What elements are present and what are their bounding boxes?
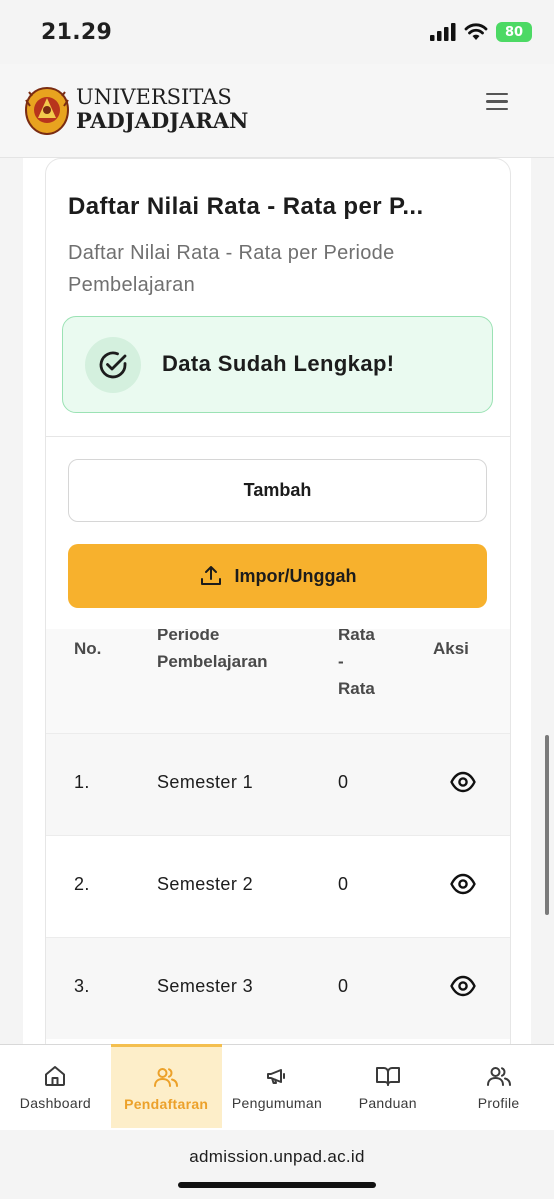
browser-bar: admission.unpad.ac.id [0, 1130, 554, 1199]
header-aksi: Aksi [433, 639, 469, 658]
row-no: 3. [74, 976, 90, 996]
grades-table: No. Periode Pembelajaran Rata - Rata Aks… [46, 629, 510, 1039]
header-periode: Periode Pembelajaran [157, 629, 268, 675]
nav-profile[interactable]: Profile [443, 1045, 554, 1129]
row-periode: Semester 2 [157, 874, 254, 894]
header-rata-line1: Rata [338, 629, 375, 644]
table-row: 2. Semester 2 0 [46, 835, 510, 937]
book-icon [375, 1067, 400, 1086]
check-circle-icon [85, 337, 141, 393]
scrollbar[interactable] [545, 735, 549, 915]
table-row: 3. Semester 3 0 [46, 937, 510, 1039]
status-icons: 80 [430, 22, 532, 42]
menu-icon[interactable] [486, 93, 510, 115]
card-title: Daftar Nilai Rata - Rata per P... [68, 193, 424, 220]
header-rata-line2: - [338, 652, 344, 671]
row-periode: Semester 1 [157, 772, 254, 792]
card-subtitle: Daftar Nilai Rata - Rata per Periode Pem… [68, 242, 395, 296]
eye-icon[interactable] [450, 771, 476, 793]
add-button[interactable]: Tambah [68, 459, 487, 522]
battery-indicator: 80 [496, 22, 532, 42]
megaphone-icon [266, 1069, 285, 1084]
eye-icon[interactable] [450, 873, 476, 895]
main-content: Daftar Nilai Rata - Rata per P... Daftar… [23, 158, 531, 1044]
header-periode-line2: Pembelajaran [157, 652, 268, 671]
header-rata-line3: Rata [338, 679, 375, 698]
bottom-nav: Dashboard Pendaftaran Pengumuman Panduan [0, 1043, 554, 1130]
status-time: 21.29 [41, 20, 113, 45]
nav-panduan[interactable]: Panduan [332, 1045, 443, 1129]
app-header: UNIVERSITAS PADJADJARAN [0, 64, 554, 158]
home-indicator[interactable] [178, 1182, 376, 1188]
users-icon [486, 1067, 511, 1086]
row-no: 2. [74, 874, 90, 894]
divider [46, 436, 510, 437]
row-periode: Semester 3 [157, 976, 254, 996]
nav-pendaftaran[interactable]: Pendaftaran [110, 1043, 222, 1128]
upload-icon [200, 566, 221, 585]
row-no: 1. [74, 772, 90, 792]
brand-line-1: UNIVERSITAS [76, 85, 232, 109]
unpad-logo [24, 86, 70, 136]
signal-icon [430, 23, 456, 41]
grades-card: Daftar Nilai Rata - Rata per P... Daftar… [45, 158, 511, 1044]
import-upload-label: Impor/Unggah [234, 565, 357, 586]
row-rata: 0 [338, 874, 349, 894]
alert-text: Data Sudah Lengkap! [162, 351, 395, 376]
battery-level: 80 [504, 24, 524, 40]
nav-dashboard-label: Dashboard [19, 1095, 91, 1111]
url-text[interactable]: admission.unpad.ac.id [0, 1147, 554, 1167]
nav-panduan-label: Panduan [358, 1095, 417, 1111]
nav-pengumuman-label: Pengumuman [231, 1095, 323, 1111]
header-no: No. [74, 639, 102, 658]
brand-name: UNIVERSITAS PADJADJARAN [76, 85, 249, 133]
header-periode-line1: Periode [157, 629, 220, 644]
row-rata: 0 [338, 772, 349, 792]
table-row: 1. Semester 1 0 [46, 733, 510, 835]
row-rata: 0 [338, 976, 349, 996]
users-icon [154, 1067, 179, 1087]
complete-alert: Data Sudah Lengkap! [62, 316, 493, 413]
wifi-icon [464, 23, 488, 40]
brand-line-2: PADJADJARAN [76, 108, 249, 133]
nav-dashboard[interactable]: Dashboard [0, 1045, 111, 1129]
status-bar: 21.29 80 [0, 0, 554, 64]
nav-pengumuman[interactable]: Pengumuman [222, 1045, 333, 1129]
add-button-label: Tambah [243, 480, 312, 500]
home-icon [45, 1066, 66, 1086]
import-upload-button[interactable]: Impor/Unggah [68, 544, 487, 608]
nav-pendaftaran-label: Pendaftaran [124, 1095, 209, 1112]
nav-profile-label: Profile [477, 1095, 520, 1111]
eye-icon[interactable] [450, 975, 476, 997]
table-header: No. Periode Pembelajaran Rata - Rata Aks… [46, 629, 510, 733]
header-rata: Rata - Rata [338, 629, 375, 702]
